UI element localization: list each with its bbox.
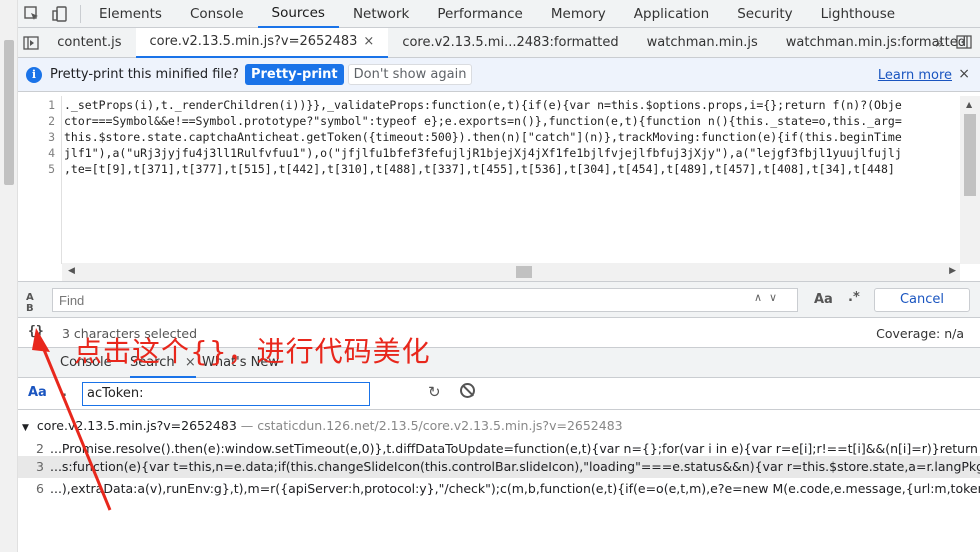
- tab-performance[interactable]: Performance: [423, 0, 537, 28]
- editor-horizontal-scrollbar[interactable]: ◀ ▶: [62, 263, 960, 281]
- result-line-text: ...),extraData:a(v),runEnv:g},t),m=r({ap…: [50, 481, 980, 496]
- tab-security[interactable]: Security: [723, 0, 806, 28]
- annotation-text: 点击这个{}，进行代码美化: [74, 335, 431, 368]
- line-number: 2: [48, 114, 55, 128]
- chevron-down-icon[interactable]: ▼: [22, 423, 29, 433]
- regex-button[interactable]: .*: [848, 290, 860, 305]
- tab-sources[interactable]: Sources: [257, 0, 339, 28]
- file-tab-label: core.v2.13.5.mi...2483:formatted: [402, 34, 619, 50]
- pretty-print-button[interactable]: Pretty-print: [244, 64, 344, 85]
- code-line[interactable]: this.$store.state.captchaAnticheat.getTo…: [64, 130, 954, 144]
- scrollbar-thumb[interactable]: [964, 114, 976, 196]
- editor-vertical-scrollbar[interactable]: ▲: [960, 96, 980, 264]
- tab-application[interactable]: Application: [620, 0, 723, 28]
- result-line-number: 6: [36, 481, 44, 496]
- close-icon[interactable]: ×: [958, 66, 970, 82]
- device-toolbar-icon[interactable]: [46, 0, 74, 28]
- find-bar: AB ∧ ∨ Aa .* Cancel: [18, 282, 980, 318]
- find-input[interactable]: [52, 288, 798, 312]
- dont-show-again-button[interactable]: Don't show again: [347, 64, 473, 85]
- pretty-print-infobar: i Pretty-print this minified file? Prett…: [18, 58, 980, 92]
- result-file-header[interactable]: ▼ core.v2.13.5.min.js?v=2652483 — cstati…: [22, 418, 623, 433]
- tab-network[interactable]: Network: [339, 0, 423, 28]
- code-line[interactable]: ctor===Symbol&&e!==Symbol.prototype?"sym…: [64, 114, 954, 128]
- regex-button[interactable]: .: [62, 385, 67, 400]
- file-tab-label: core.v2.13.5.min.js?v=2652483: [149, 33, 358, 49]
- line-number: 1: [48, 98, 55, 112]
- line-number-gutter: 1 2 3 4 5: [18, 96, 62, 264]
- file-tab-watchman-min-js[interactable]: watchman.min.js: [633, 28, 772, 58]
- scroll-right-icon[interactable]: ▶: [949, 266, 956, 276]
- tab-elements[interactable]: Elements: [85, 0, 176, 28]
- result-file-name: core.v2.13.5.min.js?v=2652483: [36, 418, 237, 433]
- replace-toggle-icon[interactable]: AB: [26, 292, 34, 314]
- result-file-path: — cstaticdun.126.net/2.13.5/core.v2.13.5…: [240, 418, 623, 433]
- page-scrollbar[interactable]: [0, 0, 18, 552]
- line-number: 4: [48, 146, 55, 160]
- code-line[interactable]: ._setProps(i),t._renderChildren(i))}},_v…: [64, 98, 954, 112]
- toggle-debugger-icon[interactable]: [956, 35, 972, 53]
- code-editor[interactable]: 1 2 3 4 5 ._setProps(i),t._renderChildre…: [18, 96, 980, 282]
- info-icon: i: [26, 66, 42, 83]
- scroll-left-icon[interactable]: ◀: [68, 266, 75, 276]
- result-line-text: ...Promise.resolve().then(e):window.setT…: [50, 441, 980, 456]
- learn-more-link[interactable]: Learn more: [878, 68, 952, 83]
- match-case-button[interactable]: Aa: [814, 292, 833, 307]
- file-tab-watchman-formatted[interactable]: watchman.min.js:formatted: [772, 28, 980, 58]
- code-line[interactable]: ,te=[t[9],t[371],t[377],t[515],t[442],t[…: [64, 162, 954, 176]
- scrollbar-thumb[interactable]: [516, 266, 532, 278]
- search-results: ▼ core.v2.13.5.min.js?v=2652483 — cstati…: [18, 410, 980, 552]
- line-number: 3: [48, 130, 55, 144]
- file-tab-content-js[interactable]: content.js: [43, 28, 135, 58]
- toolbar-divider: [80, 4, 81, 23]
- tab-lighthouse[interactable]: Lighthouse: [807, 0, 909, 28]
- main-tab-bar: Elements Console Sources Network Perform…: [18, 0, 980, 28]
- pretty-print-braces-icon[interactable]: {}: [28, 324, 44, 339]
- clear-results-icon[interactable]: [460, 383, 475, 398]
- file-tab-core-min-js[interactable]: core.v2.13.5.min.js?v=2652483 ×: [135, 27, 389, 58]
- search-input[interactable]: acToken:: [82, 382, 370, 406]
- result-line-number: 3: [36, 459, 44, 474]
- more-tabs-icon[interactable]: »: [935, 34, 944, 52]
- result-line-text: ...s:function(e){var t=this,n=e.data;if(…: [50, 459, 980, 474]
- cancel-button[interactable]: Cancel: [874, 288, 970, 312]
- tab-memory[interactable]: Memory: [537, 0, 620, 28]
- refresh-icon[interactable]: ↻: [428, 383, 441, 401]
- inspect-element-icon[interactable]: [18, 0, 46, 28]
- file-tab-core-formatted[interactable]: core.v2.13.5.mi...2483:formatted: [388, 28, 632, 58]
- editor-file-tabs: content.js core.v2.13.5.min.js?v=2652483…: [18, 27, 980, 58]
- file-tab-label: watchman.min.js: [646, 34, 758, 50]
- toggle-navigator-icon[interactable]: [18, 29, 43, 57]
- match-case-button[interactable]: Aa: [28, 385, 47, 400]
- devtools-panel: Elements Console Sources Network Perform…: [18, 0, 980, 552]
- scroll-up-icon[interactable]: ▲: [966, 100, 972, 109]
- page-scrollbar-thumb[interactable]: [4, 40, 14, 185]
- infobar-message: Pretty-print this minified file?: [50, 67, 239, 82]
- result-line[interactable]: 3 ...s:function(e){var t=this,n=e.data;if…: [18, 456, 980, 478]
- find-prev-next-icon[interactable]: ∧ ∨: [754, 291, 777, 304]
- line-number: 5: [48, 162, 55, 176]
- close-icon[interactable]: ×: [363, 27, 374, 57]
- search-toolbar: Aa . acToken: ↻: [18, 378, 980, 410]
- tab-console[interactable]: Console: [176, 0, 258, 28]
- file-tab-label: content.js: [57, 34, 122, 50]
- result-line[interactable]: 6 ...),extraData:a(v),runEnv:g},t),m=r({a…: [18, 478, 980, 500]
- code-line[interactable]: jlf1"),a("uRj3jyjfu4j3ll1Rulfvfuu1"),o("…: [64, 146, 954, 160]
- coverage-status: Coverage: n/a: [876, 326, 964, 341]
